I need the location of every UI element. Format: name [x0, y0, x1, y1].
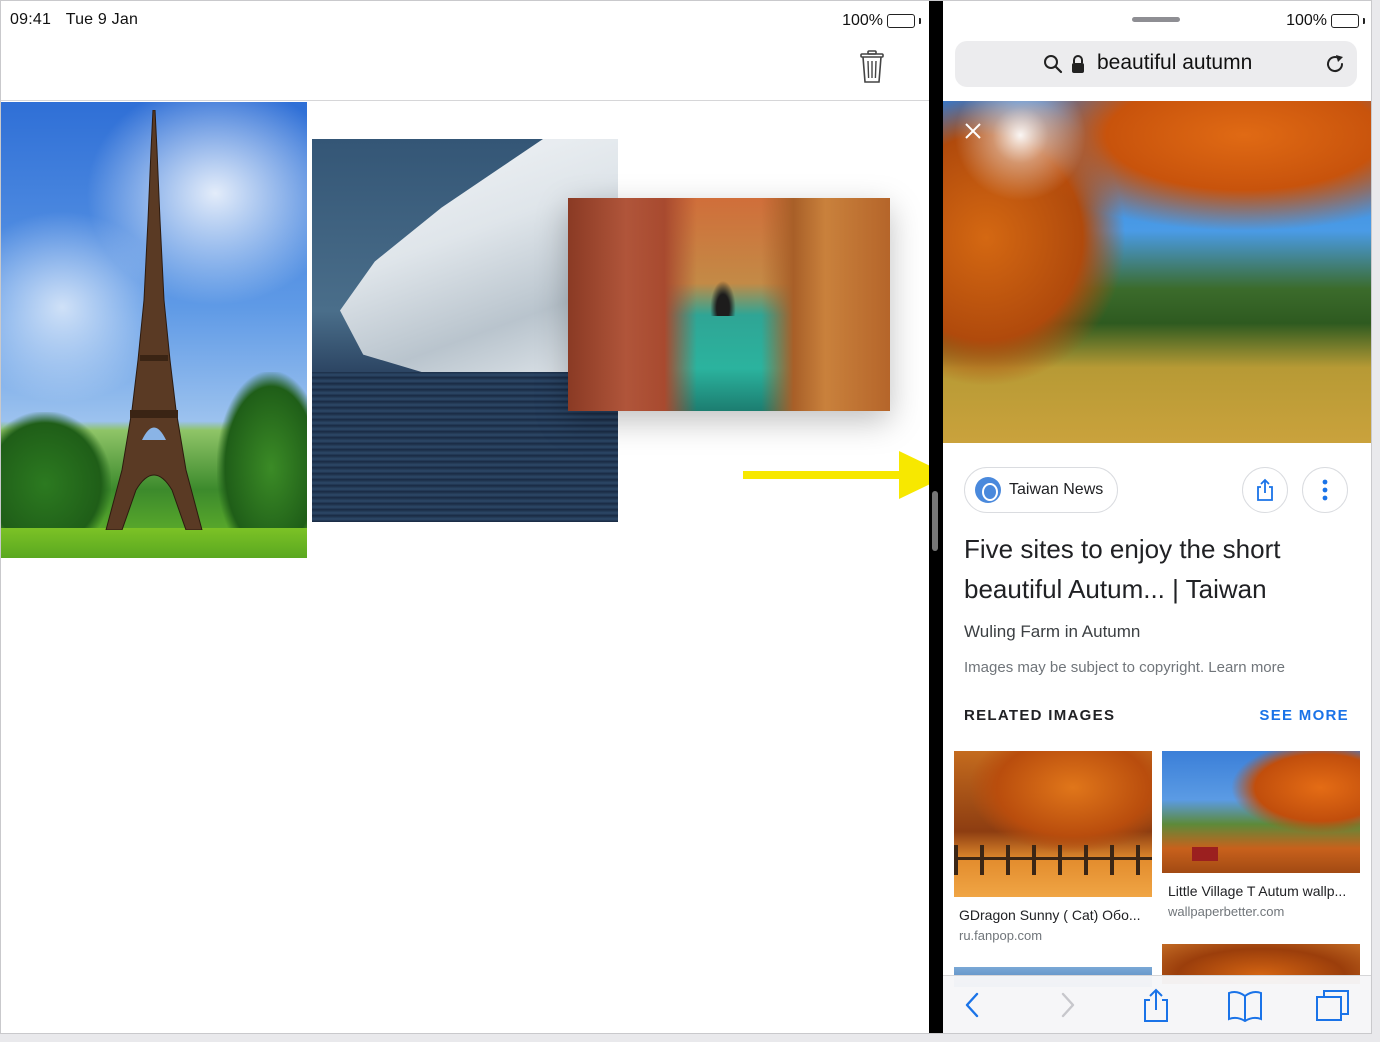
forward-icon[interactable] — [1055, 988, 1079, 1022]
share-icon — [1257, 478, 1273, 501]
status-date: Tue 9 Jan — [65, 11, 139, 28]
related-images-header: RELATED IMAGES — [964, 707, 1116, 724]
related-image-2[interactable] — [1162, 751, 1360, 873]
tabs-icon[interactable] — [1315, 988, 1351, 1022]
globe-icon — [975, 477, 1001, 503]
split-view-handle[interactable] — [932, 491, 938, 551]
share-button[interactable] — [1242, 467, 1288, 513]
left-toolbar — [1, 41, 929, 101]
share-icon[interactable] — [1141, 988, 1171, 1024]
reload-icon[interactable] — [1323, 52, 1347, 76]
window-grabber[interactable] — [1132, 17, 1180, 22]
related-image-2-domain: wallpaperbetter.com — [1168, 904, 1285, 919]
eiffel-tower-shape — [105, 110, 203, 530]
back-icon[interactable] — [961, 988, 985, 1022]
left-app-pane: 09:41 Tue 9 Jan 100% — [1, 1, 949, 1033]
search-icon — [1044, 55, 1063, 74]
related-image-2-caption[interactable]: Little Village T Autum wallp... — [1168, 883, 1346, 899]
close-icon[interactable] — [963, 121, 983, 141]
lock-icon — [1072, 55, 1084, 73]
battery-indicator-right: 100% — [1286, 12, 1365, 30]
photo-canvas — [1, 102, 949, 1033]
source-chip[interactable]: Taiwan News — [964, 467, 1119, 513]
result-subtitle: Wuling Farm in Autumn — [964, 622, 1141, 641]
battery-icon — [1331, 14, 1359, 28]
related-image-1-domain: ru.fanpop.com — [959, 928, 1043, 943]
address-text: beautiful autumn — [1097, 51, 1253, 74]
battery-percent-right: 100% — [1286, 12, 1327, 29]
status-time: 09:41 — [10, 11, 52, 28]
source-name: Taiwan News — [1009, 481, 1104, 498]
split-view-divider — [929, 1, 943, 1033]
related-image-1-caption[interactable]: GDragon Sunny ( Cat) Обо... — [959, 907, 1141, 923]
photo-venice-canal[interactable] — [568, 198, 890, 411]
battery-indicator-left: 100% — [842, 12, 921, 30]
safari-pane: 100% beautiful autumn Taiwan News Five s… — [943, 1, 1371, 1033]
gondola-shape — [708, 276, 738, 316]
copyright-notice[interactable]: Images may be subject to copyright. Lear… — [964, 659, 1285, 676]
more-vert-icon — [1322, 479, 1328, 501]
address-bar[interactable]: beautiful autumn — [955, 41, 1357, 87]
more-options-button[interactable] — [1302, 467, 1348, 513]
result-title[interactable]: Five sites to enjoy the short beautiful … — [964, 529, 1354, 609]
ipad-screen: 09:41 Tue 9 Jan 100% 100% beautiful autu… — [0, 0, 1372, 1034]
photo-eiffel-tower[interactable] — [1, 102, 307, 558]
battery-percent-left: 100% — [842, 12, 883, 29]
battery-icon — [887, 14, 915, 28]
drag-arrow-icon — [743, 451, 949, 499]
safari-bottom-toolbar — [943, 975, 1371, 1033]
bookmarks-icon[interactable] — [1227, 988, 1263, 1022]
result-image-autumn[interactable] — [943, 101, 1371, 443]
trash-icon[interactable] — [859, 50, 885, 84]
see-more-link[interactable]: SEE MORE — [1259, 707, 1349, 724]
status-bar-left: 09:41 Tue 9 Jan — [10, 11, 138, 29]
related-image-1[interactable] — [954, 751, 1152, 897]
